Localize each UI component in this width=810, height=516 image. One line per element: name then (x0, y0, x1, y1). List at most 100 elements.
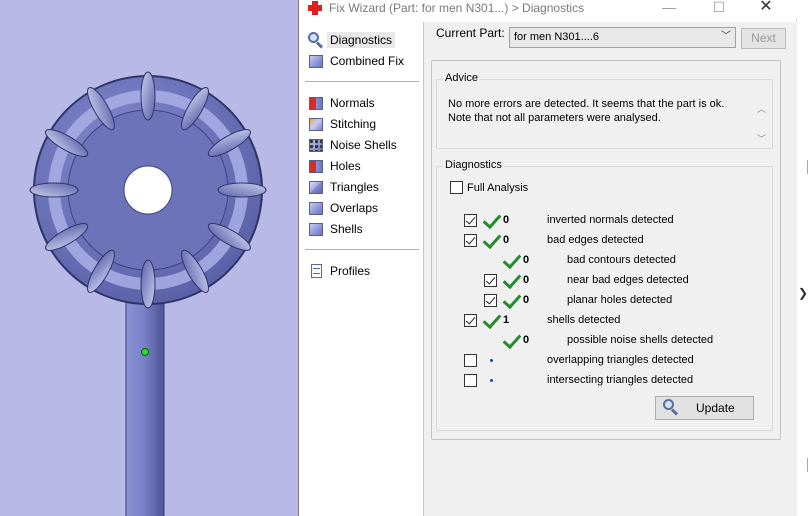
row-label: possible noise shells detected (567, 334, 714, 346)
nav-item-label: Shells (330, 222, 363, 236)
nav-item-diagnostics[interactable]: Diagnostics (307, 30, 419, 50)
diag-row-near-bad-edges: 0 near bad edges detected (437, 271, 772, 291)
row-label: intersecting triangles detected (547, 374, 694, 386)
selection-point-marker (141, 348, 149, 356)
row-label: bad contours detected (567, 254, 676, 266)
row-count: 0 (523, 254, 530, 266)
nav-item-holes[interactable]: Holes (307, 156, 419, 176)
next-button[interactable]: Next (741, 28, 786, 49)
full-analysis-label: Full Analysis (467, 181, 529, 194)
part-tooth (140, 259, 156, 309)
shells-icon (307, 220, 325, 238)
fix-wizard-window: Fix Wizard (Part: for men N301...) > Dia… (298, 0, 797, 516)
diag-row-bad-edges: 0 bad edges detected (437, 231, 772, 251)
nav-item-overlaps[interactable]: Overlaps (307, 198, 419, 218)
cube-icon (307, 52, 325, 70)
green-check-icon (501, 331, 521, 351)
current-part-dropdown[interactable]: for men N301....6 ﹀ (509, 27, 736, 48)
row-count: 1 (503, 314, 510, 326)
diag-row-inverted-normals: 0 inverted normals detected (437, 211, 772, 231)
row-checkbox[interactable] (464, 374, 477, 387)
nav-item-label: Triangles (330, 180, 379, 194)
nav-item-label: Noise Shells (330, 138, 397, 152)
close-button[interactable]: ✕ (751, 0, 781, 17)
advice-text: No more errors are detected. It seems th… (444, 96, 767, 144)
green-check-icon (501, 271, 521, 291)
update-button[interactable]: Update (655, 396, 754, 420)
diag-row-noise-shells: 0 possible noise shells detected (437, 331, 772, 351)
magnifier-icon (662, 398, 682, 418)
update-label: Update (696, 401, 735, 415)
row-label: shells detected (547, 314, 621, 326)
nav-item-label: Combined Fix (330, 54, 405, 68)
diag-row-overlapping-triangles: overlapping triangles detected (437, 351, 772, 371)
advice-line: Note that not all parameters were analys… (448, 112, 661, 124)
green-check-icon (501, 291, 521, 311)
row-count: 0 (523, 334, 530, 346)
scroll-up-icon[interactable]: ︿ (757, 102, 766, 115)
current-part-value: for men N301....6 (514, 31, 599, 43)
diagnostics-page: Current Part: for men N301....6 ﹀ Next A… (423, 22, 797, 516)
expand-arrow-icon[interactable]: ❯ (798, 286, 808, 300)
scroll-down-icon[interactable]: ﹀ (757, 132, 766, 145)
row-checkbox[interactable] (464, 234, 477, 247)
diag-row-planar-holes: 0 planar holes detected (437, 291, 772, 311)
profiles-doc-icon (307, 262, 325, 280)
pending-dot-icon (490, 359, 493, 362)
full-analysis-checkbox[interactable]: Full Analysis (450, 181, 528, 194)
part-tooth (217, 182, 267, 198)
nav-item-label: Overlaps (330, 201, 379, 215)
row-label: overlapping triangles detected (547, 354, 694, 366)
triangles-icon (307, 178, 325, 196)
diagnostics-title: Diagnostics (443, 159, 504, 171)
row-count: 0 (503, 214, 510, 226)
full-analysis-box[interactable] (450, 181, 463, 194)
stitching-cube-icon (307, 115, 325, 133)
magnifier-icon (307, 31, 325, 49)
nav-divider (305, 81, 419, 82)
minimize-button[interactable]: — (654, 0, 684, 17)
part-tooth (29, 182, 79, 198)
advice-line: No more errors are detected. It seems th… (448, 98, 725, 110)
row-checkbox[interactable] (464, 214, 477, 227)
3d-viewport[interactable] (0, 0, 298, 516)
part-center-hole (123, 165, 173, 215)
nav-item-profiles[interactable]: Profiles (307, 261, 419, 281)
green-check-icon (501, 251, 521, 271)
part-tooth (140, 71, 156, 121)
nav-item-combined-fix[interactable]: Combined Fix (307, 51, 419, 71)
advice-group: Advice No more errors are detected. It s… (436, 72, 773, 149)
title-bar[interactable]: Fix Wizard (Part: for men N301...) > Dia… (299, 0, 797, 18)
row-label: inverted normals detected (547, 214, 674, 226)
row-label: near bad edges detected (567, 274, 689, 286)
red-cross-icon (307, 0, 323, 16)
row-checkbox[interactable] (464, 354, 477, 367)
maximize-button[interactable]: ☐ (704, 0, 734, 17)
row-checkbox[interactable] (484, 294, 497, 307)
window-title: Fix Wizard (Part: for men N301...) > Dia… (329, 1, 585, 15)
row-count: 0 (503, 234, 510, 246)
nav-item-normals[interactable]: Normals (307, 93, 419, 113)
nav-divider (305, 249, 419, 250)
pending-dot-icon (490, 379, 493, 382)
row-count: 0 (523, 274, 530, 286)
nav-item-shells[interactable]: Shells (307, 219, 419, 239)
green-check-icon (481, 211, 501, 231)
part-model[interactable] (0, 0, 298, 516)
current-part-label: Current Part: (436, 26, 505, 40)
holes-cube-icon (307, 157, 325, 175)
diag-row-shells: 1 shells detected (437, 311, 772, 331)
advice-title: Advice (443, 72, 481, 84)
nav-item-label: Diagnostics (327, 32, 396, 48)
nav-item-triangles[interactable]: Triangles (307, 177, 419, 197)
normals-cube-icon (307, 94, 325, 112)
row-checkbox[interactable] (464, 314, 477, 327)
row-checkbox[interactable] (484, 274, 497, 287)
nav-item-label: Normals (330, 96, 375, 110)
nav-item-noise-shells[interactable]: Noise Shells (307, 135, 419, 155)
row-label: planar holes detected (567, 294, 673, 306)
nav-item-stitching[interactable]: Stitching (307, 114, 419, 134)
overlaps-icon (307, 199, 325, 217)
background-window-edge: ❯ (796, 0, 810, 516)
nav-item-label: Stitching (330, 117, 377, 131)
